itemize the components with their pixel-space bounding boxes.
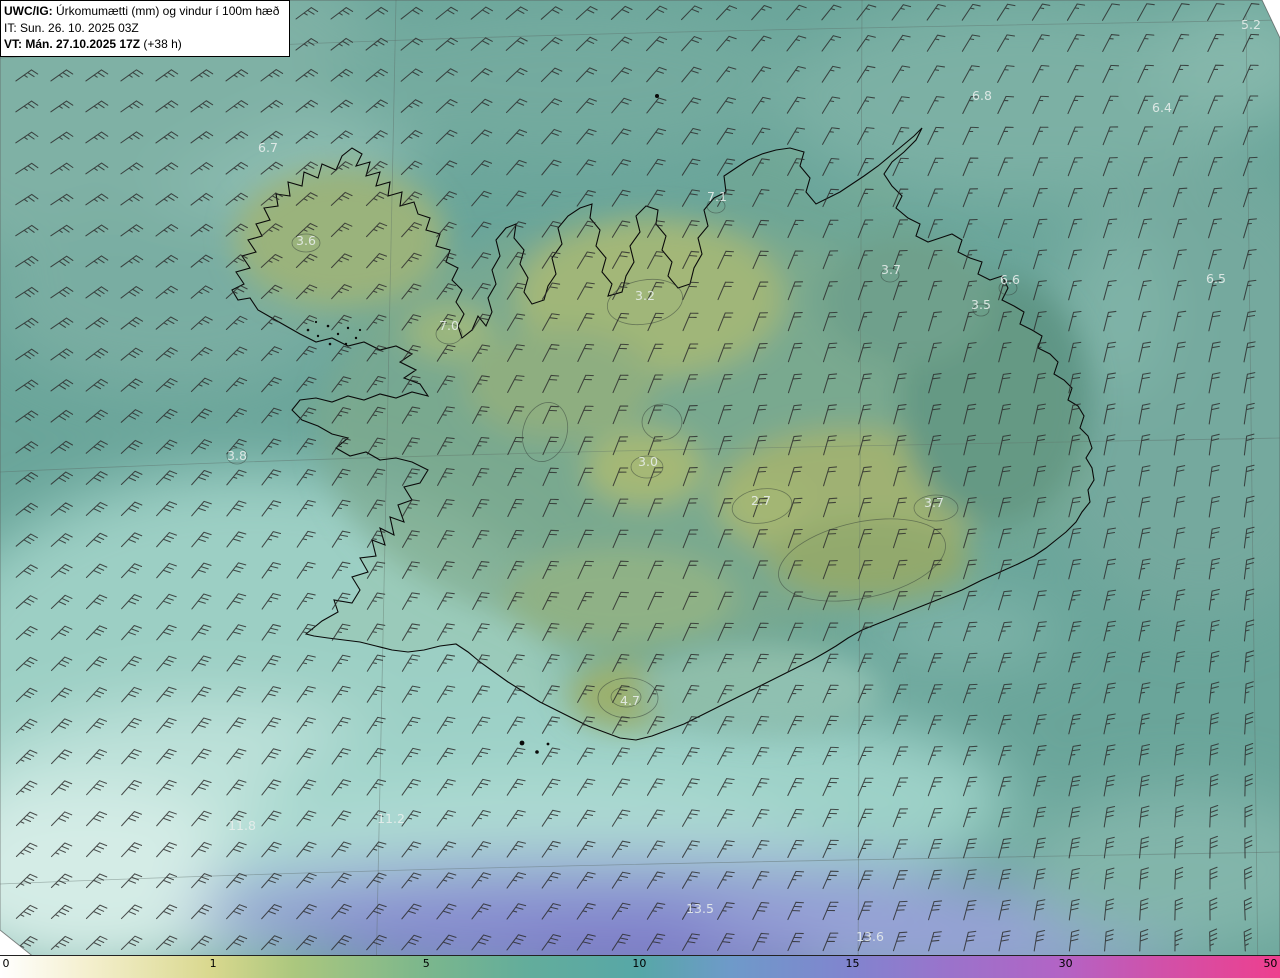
precip-max-label: 5.2 <box>1241 17 1261 32</box>
precip-max-label: 3.8 <box>227 448 247 463</box>
precip-max-label: 13.6 <box>856 929 884 944</box>
colorbar-tick-5: 5 <box>422 957 430 970</box>
precip-max-label: 3.7 <box>881 262 901 277</box>
precip-max-label: 3.2 <box>635 288 655 303</box>
valid-time: VT: Mán. 27.10.2025 17Z <box>4 37 141 52</box>
precip-max-label: 6.6 <box>1000 272 1020 287</box>
precip-max-label: 6.5 <box>1206 271 1226 286</box>
product-source-label: UWC/IG: <box>4 4 53 18</box>
precip-max-label: 6.7 <box>258 140 278 155</box>
precip-max-label: 7.1 <box>707 189 727 204</box>
precip-field-layer: 6.7 3.6 7.0 3.2 7.1 3.7 6.6 3.5 6.8 6.4 6.5 5.2 3.8 3… <box>0 0 1280 978</box>
colorbar-tick-15: 15 <box>845 957 860 970</box>
precip-max-label: 3.5 <box>971 297 991 312</box>
precip-max-label: 6.4 <box>1152 100 1172 115</box>
lead-time: (+38 h) <box>140 37 182 52</box>
precip-max-label: 4.7 <box>620 693 640 708</box>
precip-max-label: 6.8 <box>972 88 992 103</box>
valid-time-line: VT: Mán. 27.10.2025 17Z (+38 h) <box>4 36 279 53</box>
product-title-line: UWC/IG: Úrkomumætti (mm) og vindur í 100… <box>4 3 279 20</box>
precip-max-label: 3.7 <box>924 495 944 510</box>
precip-max-label: 7.0 <box>439 318 459 333</box>
forecast-info-box: UWC/IG: Úrkomumætti (mm) og vindur í 100… <box>0 0 291 57</box>
precip-colorbar: 0 1 5 10 15 30 50 <box>0 955 1280 978</box>
init-time-line: IT: Sun. 26. 10. 2025 03Z <box>4 20 139 35</box>
colorbar-tick-30: 30 <box>1058 957 1073 970</box>
map-canvas: 6.7 3.6 7.0 3.2 7.1 3.7 6.6 3.5 6.8 6.4 6.5 5.2 3.8 3… <box>0 0 1280 978</box>
colorbar-tick-1: 1 <box>209 957 217 970</box>
precip-max-label: 13.5 <box>686 901 714 916</box>
precip-max-label: 3.6 <box>296 233 316 248</box>
precip-max-label: 11.2 <box>377 811 405 826</box>
colorbar-tick-0: 0 <box>2 957 10 970</box>
product-title: Úrkomumætti (mm) og vindur í 100m hæð <box>52 4 280 18</box>
colorbar-tick-10: 10 <box>632 957 647 970</box>
precip-max-label: 11.8 <box>228 818 256 833</box>
precip-max-label: 2.7 <box>751 493 771 508</box>
colorbar-tick-50: 50 <box>1263 957 1278 970</box>
precip-max-label: 3.0 <box>638 454 658 469</box>
weather-map-stage: 6.7 3.6 7.0 3.2 7.1 3.7 6.6 3.5 6.8 6.4 6.5 5.2 3.8 3… <box>0 0 1280 978</box>
